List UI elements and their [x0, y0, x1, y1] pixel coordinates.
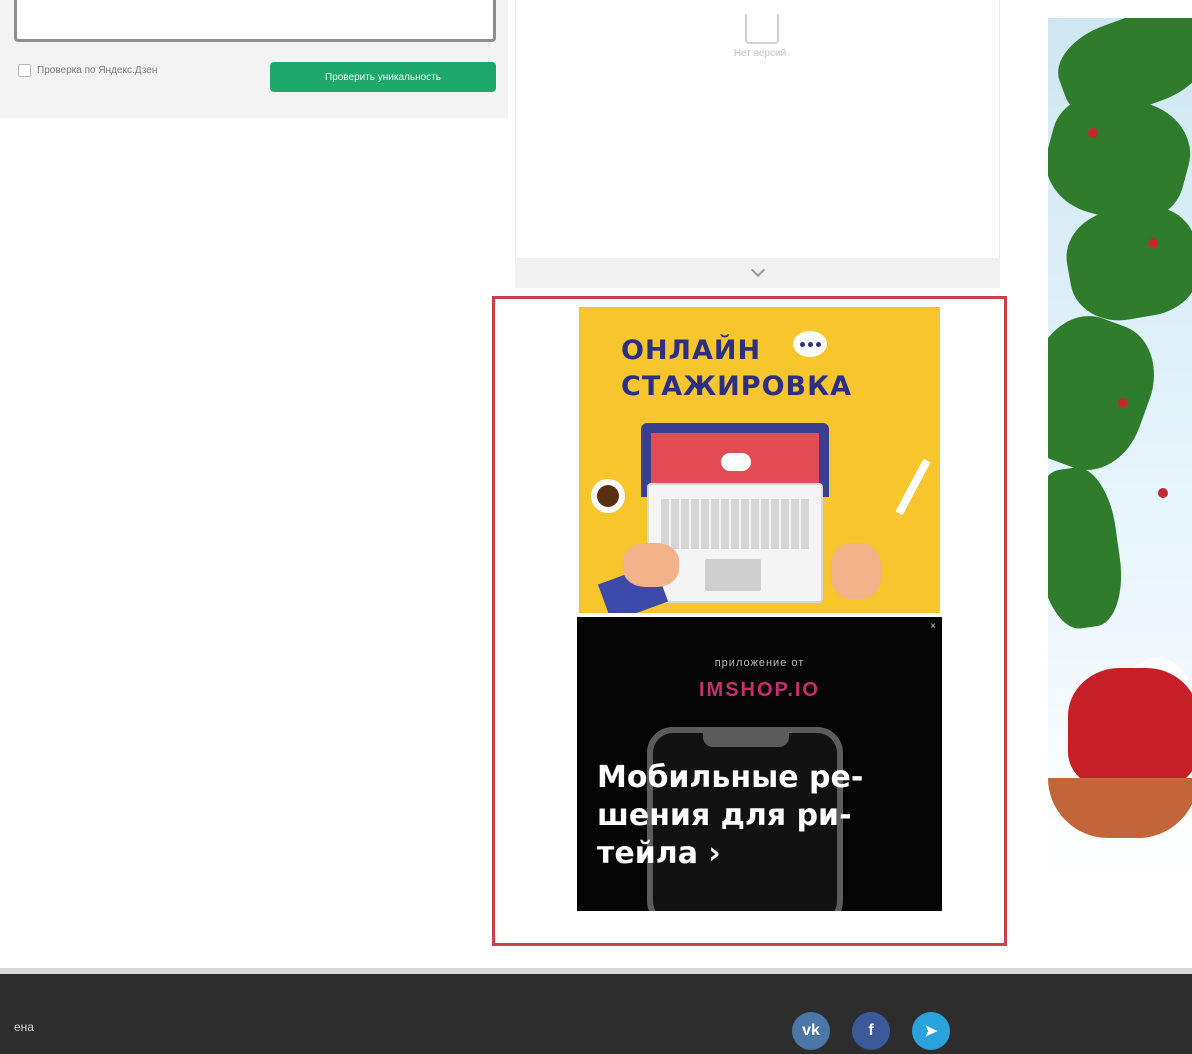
play-icon: [721, 453, 751, 471]
versions-expand-bar[interactable]: [515, 258, 1000, 288]
uniqueness-form-panel: Проверка по Яндекс.Дзен Проверить уникал…: [0, 0, 508, 118]
chat-bubble-icon: [793, 331, 827, 357]
document-icon: [745, 14, 779, 44]
ad-container: ОНЛАЙН СТАЖИРОВКА × приложение от IMSHOP…: [492, 296, 1007, 946]
sled-illustration: [1048, 778, 1192, 838]
zen-checkbox-label: Проверка по Яндекс.Дзен: [37, 65, 158, 76]
versions-empty-text: Нет версий: [733, 48, 787, 59]
retail-ad-brand: IMSHOP.IO: [699, 679, 820, 701]
santa-illustration: [1068, 668, 1192, 788]
zen-check-row[interactable]: Проверка по Яндекс.Дзен: [18, 64, 157, 77]
retail-ad-headline[interactable]: Мобильные ре-шения для ри-тейла ›: [597, 759, 897, 873]
left-hand-illustration: [623, 543, 679, 587]
retail-app-ad-banner[interactable]: × приложение от IMSHOP.IO Мобильные ре-ш…: [577, 617, 942, 911]
retail-ad-subtitle: приложение от: [714, 657, 805, 669]
chevron-down-icon[interactable]: [750, 262, 765, 278]
site-footer: ена vk f ➤: [0, 968, 1192, 1054]
zen-checkbox[interactable]: [18, 64, 31, 77]
footer-text: ена: [14, 1020, 34, 1034]
text-input-area[interactable]: [14, 0, 496, 42]
telegram-icon[interactable]: ➤: [912, 1012, 950, 1050]
coffee-cup-icon: [591, 479, 625, 513]
internship-ad-banner[interactable]: ОНЛАЙН СТАЖИРОВКА: [579, 307, 940, 613]
right-hand-illustration: [831, 543, 881, 599]
facebook-icon[interactable]: f: [852, 1012, 890, 1050]
internship-ad-title-line2: СТАЖИРОВКА: [621, 371, 853, 402]
pencil-icon: [895, 458, 931, 516]
laptop-keyboard-illustration: [647, 483, 823, 603]
vk-icon[interactable]: vk: [792, 1012, 830, 1050]
close-icon[interactable]: ×: [930, 621, 936, 632]
check-uniqueness-button[interactable]: Проверить уникальность: [270, 62, 496, 92]
page: Проверка по Яндекс.Дзен Проверить уникал…: [0, 0, 1192, 1054]
christmas-side-banner[interactable]: [1048, 18, 1192, 888]
